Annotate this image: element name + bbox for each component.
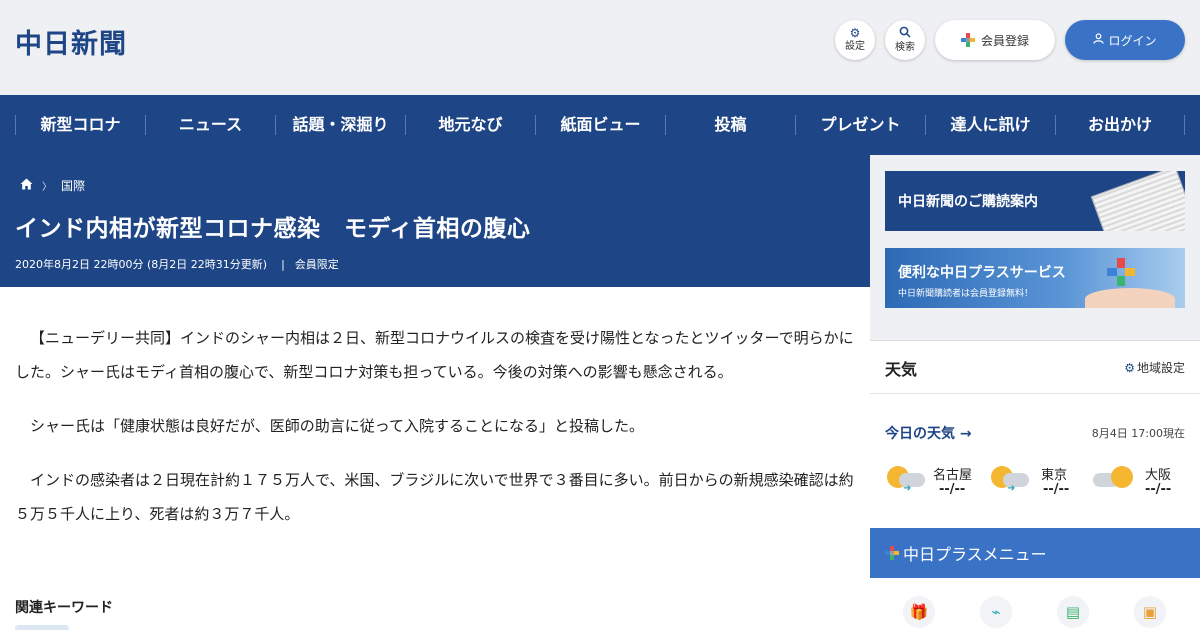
weather-widget: 天気 ⚙ 地域設定 今日の天気 → 8月4日 17:00現在 ➜ 名古屋 --/-… xyxy=(870,340,1200,528)
city-temp: --/-- xyxy=(1043,482,1070,497)
city-name: 東京 xyxy=(1041,468,1068,483)
weather-city[interactable]: 大阪 --/-- xyxy=(1093,459,1193,499)
weather-timestamp: 8月4日 17:00現在 xyxy=(1091,427,1185,440)
nav-item-outing[interactable]: お出かけ xyxy=(1055,115,1185,135)
main-nav: 新型コロナ ニュース 話題・深掘り 地元なび 紙面ビュー 投稿 プレゼント 達人… xyxy=(0,95,1200,155)
subscription-banner[interactable]: 中日新聞のご購読案内 xyxy=(885,171,1185,231)
arrow-right-icon: ➜ xyxy=(1007,483,1016,494)
weather-title: 天気 xyxy=(885,360,918,379)
arrow-right-icon: → xyxy=(959,426,972,442)
plus-menu-header: 中日プラスメニュー xyxy=(870,528,1200,578)
meta-divider: | xyxy=(281,257,285,271)
nav-item-topics[interactable]: 話題・深掘り xyxy=(275,115,405,135)
settings-label: 設定 xyxy=(845,41,865,52)
keyword-chip[interactable] xyxy=(15,625,69,630)
divider xyxy=(870,393,1200,394)
hand-image xyxy=(1085,288,1175,308)
nav-item-news[interactable]: ニュース xyxy=(145,115,275,135)
article-title: インド内相が新型コロナ感染 モディ首相の腹心 xyxy=(15,216,531,242)
plus-service-banner[interactable]: 便利な中日プラスサービス 中日新聞購読者は会員登録無料！ xyxy=(885,248,1185,308)
arrow-right-icon: ➜ xyxy=(903,483,912,494)
weather-city[interactable]: ➜ 東京 --/-- xyxy=(991,459,1091,499)
nav-item-expert[interactable]: 達人に訊け xyxy=(925,115,1055,135)
chunichi-plus-logo-icon xyxy=(1107,258,1135,286)
search-icon xyxy=(899,26,911,40)
article-body: 【ニューデリー共同】インドのシャー内相は２日、新型コロナウイルスの検査を受け陽性… xyxy=(0,287,870,630)
today-weather-label: 今日の天気 xyxy=(885,426,955,442)
today-weather-link[interactable]: 今日の天気 → xyxy=(885,423,972,443)
article-date: 2020年8月2日 22時00分 (8月2日 22時31分更新) xyxy=(15,258,268,271)
site-header: 中日新聞 ⚙ 設定 検索 会員登録 ログイン xyxy=(0,0,1200,95)
nav-item-local[interactable]: 地元なび xyxy=(405,115,535,135)
nav-item-corona[interactable]: 新型コロナ xyxy=(15,115,145,135)
search-button[interactable]: 検索 xyxy=(885,20,925,60)
city-name: 大阪 xyxy=(1145,468,1172,483)
article-paragraph: シャー氏は「健康状態は良好だが、医師の助言に従って入院することになる」と投稿した… xyxy=(30,417,644,435)
user-icon xyxy=(1093,33,1105,47)
breadcrumb-category[interactable]: 国際 xyxy=(61,177,85,194)
gear-icon: ⚙ xyxy=(849,26,861,40)
article-paragraph: 【ニューデリー共同】インドのシャー内相は２日、新型コロナウイルスの検査を受け陽性… xyxy=(15,329,854,381)
article-paragraph: インドの感染者は２日現在計約１７５万人で、米国、ブラジルに次いで世界で３番目に多… xyxy=(15,471,854,523)
gift-icon[interactable]: 🎁 xyxy=(903,596,935,628)
newspaper-image xyxy=(1090,171,1185,231)
sun-icon xyxy=(1111,466,1133,488)
member-register-label: 会員登録 xyxy=(980,33,1029,48)
gear-icon: ⚙ xyxy=(1124,361,1135,375)
weather-city[interactable]: ➜ 名古屋 --/-- xyxy=(887,459,987,499)
plus-menu-icons: 🎁 ⌁ ▤ ▣ xyxy=(870,578,1200,630)
chunichi-plus-icon xyxy=(960,33,975,47)
sidebar: 中日新聞のご購読案内 便利な中日プラスサービス 中日新聞購読者は会員登録無料！ … xyxy=(870,155,1200,630)
article-header: 〉 国際 インド内相が新型コロナ感染 モディ首相の腹心 2020年8月2日 22… xyxy=(0,155,870,287)
site-logo[interactable]: 中日新聞 xyxy=(15,22,127,61)
member-register-button[interactable]: 会員登録 xyxy=(935,20,1055,60)
route-icon[interactable]: ⌁ xyxy=(980,596,1012,628)
city-name: 名古屋 xyxy=(933,468,973,483)
plus-service-subtitle: 中日新聞購読者は会員登録無料！ xyxy=(898,289,1034,299)
city-temp: --/-- xyxy=(1145,482,1172,497)
chevron-right-icon: 〉 xyxy=(42,182,52,193)
region-setting-label: 地域設定 xyxy=(1136,361,1185,375)
home-icon[interactable] xyxy=(20,178,33,194)
nav-item-present[interactable]: プレゼント xyxy=(795,115,925,135)
login-button[interactable]: ログイン xyxy=(1065,20,1185,60)
city-temp: --/-- xyxy=(939,482,966,497)
newspaper-icon[interactable]: ▤ xyxy=(1057,596,1089,628)
search-label: 検索 xyxy=(895,42,915,53)
plus-service-title: 便利な中日プラスサービス xyxy=(898,265,1066,281)
breadcrumb: 〉 国際 xyxy=(20,177,85,194)
login-label: ログイン xyxy=(1108,33,1157,48)
chunichi-plus-icon xyxy=(885,546,899,560)
box-icon[interactable]: ▣ xyxy=(1134,596,1166,628)
article-meta: 2020年8月2日 22時00分 (8月2日 22時31分更新) | 会員限定 xyxy=(15,256,339,272)
nav-item-paper-view[interactable]: 紙面ビュー xyxy=(535,115,665,135)
plus-menu-title: 中日プラスメニュー xyxy=(903,545,1047,564)
region-setting-link[interactable]: ⚙ 地域設定 xyxy=(1124,359,1185,376)
settings-button[interactable]: ⚙ 設定 xyxy=(835,20,875,60)
related-keywords-title: 関連キーワード xyxy=(15,600,113,616)
members-only-badge: 会員限定 xyxy=(294,258,339,271)
subscription-banner-text: 中日新聞のご購読案内 xyxy=(898,194,1038,210)
nav-item-post[interactable]: 投稿 xyxy=(665,115,795,135)
